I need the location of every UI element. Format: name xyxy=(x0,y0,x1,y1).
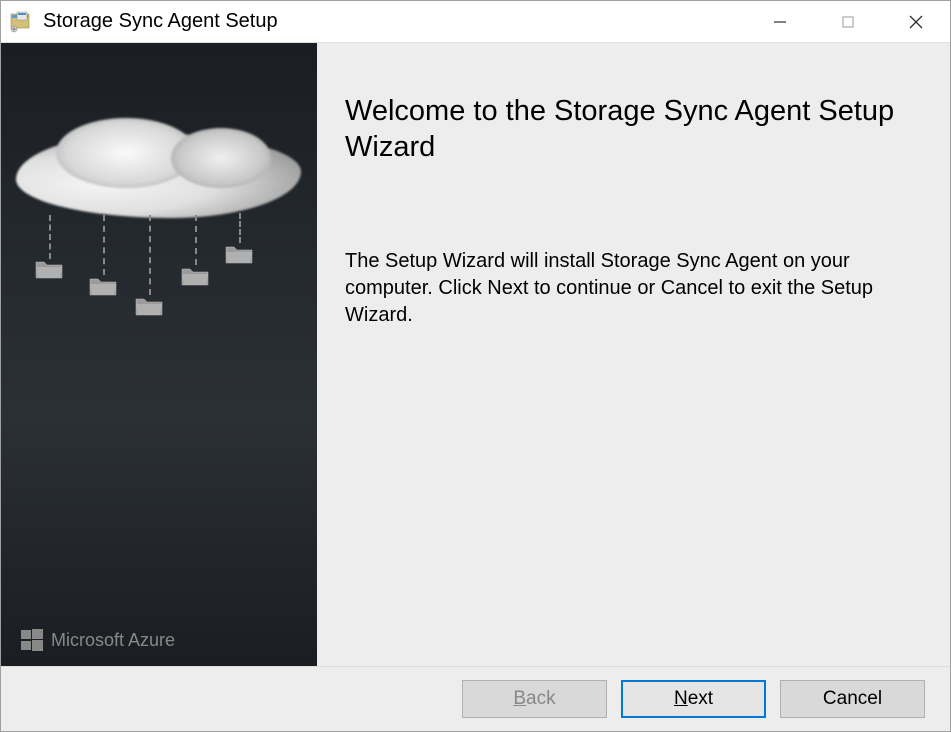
connector-line xyxy=(239,213,241,243)
back-button: Back xyxy=(462,680,607,718)
minimize-button[interactable] xyxy=(746,1,814,42)
main-content: Welcome to the Storage Sync Agent Setup … xyxy=(317,43,950,666)
window-controls xyxy=(746,1,950,42)
folder-icon xyxy=(134,295,164,317)
connector-line xyxy=(195,215,197,265)
connector-line xyxy=(149,215,151,295)
close-button[interactable] xyxy=(882,1,950,42)
window-title: Storage Sync Agent Setup xyxy=(43,10,746,33)
next-button[interactable]: Next xyxy=(621,680,766,718)
titlebar: Storage Sync Agent Setup xyxy=(1,1,950,43)
folder-icon xyxy=(224,243,254,265)
wizard-heading: Welcome to the Storage Sync Agent Setup … xyxy=(345,93,910,166)
folder-icon xyxy=(34,258,64,280)
windows-logo-icon xyxy=(21,629,43,651)
branding-text: Microsoft Azure xyxy=(51,630,175,651)
content-area: Microsoft Azure Welcome to the Storage S… xyxy=(1,43,950,666)
wizard-description: The Setup Wizard will install Storage Sy… xyxy=(345,248,910,329)
cloud-graphic xyxy=(16,133,301,218)
wizard-sidebar-image: Microsoft Azure xyxy=(1,43,317,666)
installer-icon xyxy=(9,10,33,34)
setup-wizard-window: Storage Sync Agent Setup xyxy=(0,0,951,732)
connector-line xyxy=(49,215,51,259)
cancel-button[interactable]: Cancel xyxy=(780,680,925,718)
folder-icon xyxy=(180,265,210,287)
maximize-button[interactable] xyxy=(814,1,882,42)
folder-icon xyxy=(88,275,118,297)
connector-line xyxy=(103,215,105,275)
azure-branding: Microsoft Azure xyxy=(21,629,175,651)
button-bar: Back Next Cancel xyxy=(1,666,950,731)
